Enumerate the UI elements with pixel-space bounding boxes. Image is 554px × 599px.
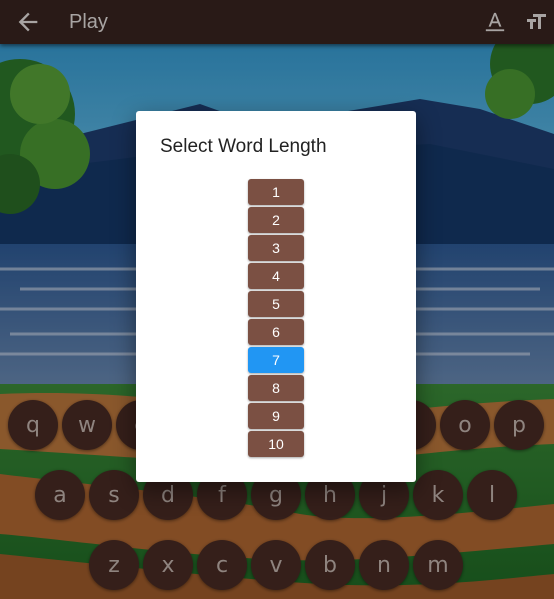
length-option-8[interactable]: 8 (248, 375, 304, 401)
length-option-7[interactable]: 7 (248, 347, 304, 373)
length-option-9[interactable]: 9 (248, 403, 304, 429)
length-option-3[interactable]: 3 (248, 235, 304, 261)
length-option-1[interactable]: 1 (248, 179, 304, 205)
length-option-4[interactable]: 4 (248, 263, 304, 289)
length-option-5[interactable]: 5 (248, 291, 304, 317)
length-option-10[interactable]: 10 (248, 431, 304, 457)
word-length-dialog: Select Word Length 1 2 3 4 5 6 7 8 9 10 (136, 111, 416, 482)
word-length-options: 1 2 3 4 5 6 7 8 9 10 (248, 179, 304, 459)
length-option-6[interactable]: 6 (248, 319, 304, 345)
dialog-title: Select Word Length (160, 136, 327, 157)
length-option-2[interactable]: 2 (248, 207, 304, 233)
